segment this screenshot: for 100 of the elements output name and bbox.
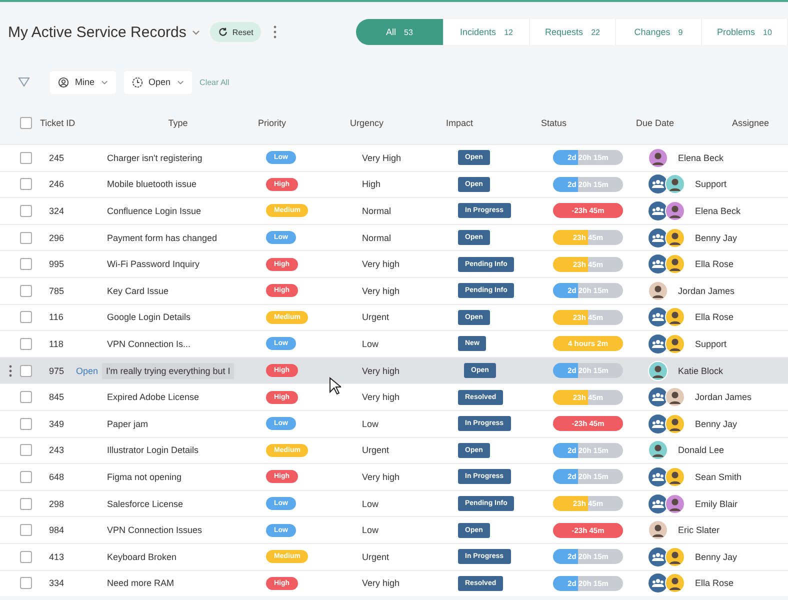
- column-header[interactable]: Urgency: [350, 118, 446, 128]
- row-checkbox[interactable]: [20, 364, 32, 377]
- ticket-id: 296: [49, 232, 64, 243]
- ticket-id: 324: [49, 206, 64, 216]
- ticket-type: Key Card Issue: [107, 286, 169, 296]
- urgency-text: Normal: [362, 232, 392, 243]
- row-checkbox[interactable]: [20, 391, 32, 404]
- assignee-name: Jordan James: [678, 286, 735, 296]
- ticket-id: 845: [49, 392, 64, 402]
- urgency-text: Very high: [362, 366, 400, 376]
- row-checkbox[interactable]: [20, 284, 32, 297]
- assignee-name: Support: [695, 179, 727, 190]
- more-icon[interactable]: [273, 25, 278, 39]
- ticket-type: Google Login Details: [107, 312, 191, 322]
- row-checkbox[interactable]: [20, 577, 32, 590]
- row-checkbox[interactable]: [20, 524, 32, 536]
- select-all-checkbox[interactable]: [20, 117, 32, 129]
- assignee-name: Ella Rose: [695, 259, 734, 270]
- assignee-name: Donald Lee: [678, 445, 724, 456]
- ticket-type: Mobile bluetooth issue: [107, 179, 197, 190]
- filter-icon[interactable]: [18, 77, 30, 87]
- tab[interactable]: Changes 9: [616, 19, 702, 45]
- assignee-name: Ella Rose: [695, 578, 734, 588]
- assignee-name: Sean Smith: [695, 472, 742, 482]
- ticket-id: 413: [49, 552, 64, 562]
- urgency-text: Very high: [362, 578, 400, 588]
- ticket-id: 298: [49, 498, 64, 509]
- ticket-id: 785: [49, 286, 64, 296]
- urgency-text: Low: [362, 498, 379, 509]
- tab[interactable]: Requests 22: [530, 19, 616, 45]
- column-header[interactable]: Impact: [446, 118, 541, 128]
- column-header[interactable]: Priority: [258, 118, 350, 128]
- filter-dropdown[interactable]: Open: [124, 70, 192, 94]
- urgency-text: High: [362, 179, 381, 190]
- ticket-id: 118: [49, 338, 64, 349]
- assignee-name: Jordan James: [695, 392, 752, 402]
- row-checkbox[interactable]: [20, 338, 32, 350]
- assignee-name: Elena Beck: [695, 206, 741, 216]
- ticket-id: 975: [49, 366, 64, 376]
- ticket-id: 243: [49, 445, 64, 456]
- refresh-icon: [218, 27, 228, 37]
- assignee-name: Emily Blair: [695, 498, 738, 509]
- caret-icon: [176, 80, 184, 84]
- ticket-id: 334: [49, 578, 64, 588]
- row-checkbox[interactable]: [20, 550, 32, 563]
- row-checkbox[interactable]: [20, 152, 32, 164]
- ticket-type: Payment form has changed: [107, 232, 218, 243]
- ticket-id: 984: [49, 525, 64, 536]
- column-header[interactable]: Status: [541, 118, 636, 128]
- column-header[interactable]: Assignee: [732, 118, 788, 128]
- ticket-type: Need more RAM: [107, 578, 174, 588]
- ticket-id: 648: [49, 472, 64, 482]
- ticket-id: 995: [49, 259, 64, 270]
- row-checkbox[interactable]: [20, 418, 32, 430]
- assignee-name: Eric Slater: [678, 525, 720, 536]
- urgency-text: Very high: [362, 286, 400, 296]
- ticket-type: Salesforce License: [107, 498, 184, 509]
- ticket-type: Expired Adobe License: [107, 392, 200, 402]
- urgency-text: Very high: [362, 392, 400, 402]
- row-checkbox[interactable]: [20, 470, 32, 483]
- ticket-type: VPN Connection Is...: [107, 338, 191, 349]
- assignee-name: Ella Rose: [695, 312, 734, 322]
- urgency-text: Low: [362, 418, 379, 429]
- assignee-name: Elena Beck: [678, 152, 724, 163]
- urgency-text: Urgent: [362, 312, 390, 322]
- mouse-pointer-icon: [329, 377, 341, 395]
- ticket-type: Illustrator Login Details: [107, 445, 199, 456]
- column-header[interactable]: Type: [98, 118, 258, 128]
- assignee-name: Benny Jay: [695, 232, 738, 243]
- ticket-type: Confluence Login Issue: [107, 206, 202, 216]
- assignee-name: Katie Block: [678, 366, 724, 376]
- ticket-type: I'm really trying everything but I: [102, 362, 234, 379]
- drag-handle-icon[interactable]: [9, 364, 12, 377]
- tab[interactable]: Incidents 12: [444, 19, 530, 45]
- urgency-text: Very high: [362, 472, 400, 482]
- ticket-type: Keyboard Broken: [107, 552, 177, 562]
- ticket-type: VPN Connection Issues: [107, 525, 202, 536]
- page-title[interactable]: My Active Service Records: [8, 24, 186, 40]
- urgency-text: Very high: [362, 259, 400, 270]
- filter-dropdown[interactable]: Mine: [50, 70, 116, 94]
- urgency-text: Urgent: [362, 552, 390, 562]
- row-checkbox[interactable]: [20, 498, 32, 510]
- urgency-text: Urgent: [362, 445, 390, 456]
- column-header[interactable]: Due Date: [636, 118, 732, 128]
- assignee-name: Benny Jay: [695, 552, 738, 562]
- column-header[interactable]: Ticket ID: [40, 118, 98, 128]
- row-checkbox[interactable]: [20, 311, 32, 324]
- urgency-text: Low: [362, 525, 379, 536]
- ticket-type: Charger isn't registering: [107, 152, 202, 163]
- row-checkbox[interactable]: [20, 232, 32, 244]
- caret-icon[interactable]: [192, 30, 200, 34]
- row-checkbox[interactable]: [20, 258, 32, 270]
- reset-button[interactable]: Reset: [210, 22, 262, 42]
- urgency-text: Normal: [362, 206, 392, 216]
- row-checkbox[interactable]: [20, 178, 32, 190]
- tab[interactable]: Problems 10: [702, 19, 788, 45]
- row-checkbox[interactable]: [20, 204, 32, 217]
- urgency-text: Low: [362, 338, 379, 349]
- urgency-text: Very High: [362, 152, 402, 163]
- row-checkbox[interactable]: [20, 444, 32, 456]
